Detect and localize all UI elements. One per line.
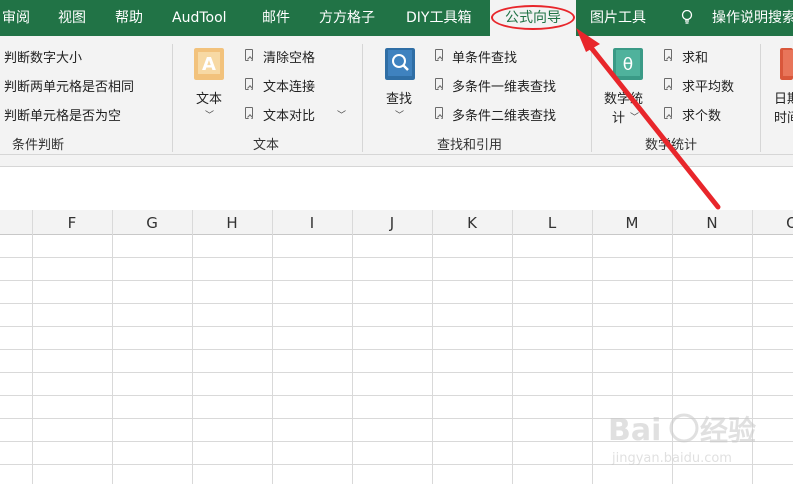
baidu-jingyan-watermark: Bai 经验 jingyan.baidu.com — [608, 413, 756, 466]
svg-text:经验: 经验 — [700, 414, 756, 447]
svg-text:jingyan.baidu.com: jingyan.baidu.com — [611, 451, 732, 466]
svg-text:Bai: Bai — [608, 413, 661, 448]
